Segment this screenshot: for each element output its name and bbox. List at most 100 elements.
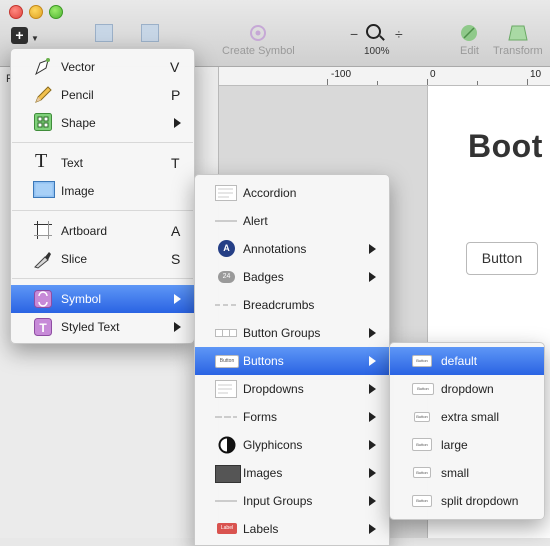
magnifier-icon [366,24,381,39]
symbol-item-annotations[interactable]: A Annotations [195,235,389,263]
symbol-item-buttons[interactable]: Button Buttons [195,347,389,375]
submenu-arrow-icon [369,524,376,534]
menu-item-label: Forms [243,410,277,424]
button-group-thumb-icon [215,329,237,337]
artboard-button-layer[interactable]: Button [466,242,538,275]
symbol-item-glyphicons[interactable]: Glyphicons [195,431,389,459]
button-thumb-icon: Button [412,355,432,367]
menu-separator [12,210,193,211]
button-thumb-icon: Button [412,495,432,507]
menu-item-label: Vector [61,60,96,74]
buttons-item-split-dropdown[interactable]: Button split dropdown [390,487,544,515]
symbol-item-accordion[interactable]: Accordion [195,179,389,207]
ungroup-icon [141,24,159,42]
symbol-item-dropdowns[interactable]: Dropdowns [195,375,389,403]
menu-item-label: Artboard [61,224,108,238]
zoom-window-button[interactable] [49,5,63,19]
menu-item-label: Images [243,466,283,480]
create-symbol-label: Create Symbol [222,45,295,57]
horizontal-ruler: -100 0 10 [219,67,550,86]
menu-item-label: Pencil [61,88,94,102]
menu-item-label: Accordion [243,186,297,200]
symbol-item-button-groups[interactable]: Button Groups [195,319,389,347]
submenu-arrow-icon [369,496,376,506]
menu-item-label: split dropdown [441,494,519,508]
menu-item-vector[interactable]: Vector V [11,53,194,81]
symbol-item-images[interactable]: Images [195,459,389,487]
submenu-arrow-icon [369,384,376,394]
ungroup-tool[interactable] [141,24,159,45]
shape-icon [34,113,52,131]
minimize-window-button[interactable] [29,5,43,19]
image-icon [33,181,55,198]
menu-separator [12,142,193,143]
insert-menu: Vector V Pencil P Shape T Text T Image A… [10,48,195,344]
menu-item-label: dropdown [441,382,494,396]
create-symbol-icon [250,25,267,41]
symbol-item-labels[interactable]: Label Labels [195,515,389,543]
menu-item-label: Styled Text [61,320,120,334]
zoom-in-button[interactable]: ÷ [395,26,403,42]
submenu-arrow-icon [174,118,181,128]
svg-text:T: T [39,321,47,335]
transform-icon [508,25,528,41]
zoom-level: 100% [364,46,390,57]
menu-item-artboard[interactable]: Artboard A [11,217,194,245]
menu-item-shape[interactable]: Shape [11,109,194,137]
group-tool[interactable] [95,24,113,45]
symbol-item-breadcrumbs[interactable]: Breadcrumbs [195,291,389,319]
submenu-arrow-icon [369,328,376,338]
form-thumb-icon [215,416,237,418]
buttons-item-dropdown[interactable]: Button dropdown [390,375,544,403]
input-group-thumb-icon [215,500,237,502]
buttons-submenu: Button default Button dropdown Button ex… [389,342,545,520]
buttons-item-small[interactable]: Button small [390,459,544,487]
shortcut-key: V [170,59,180,75]
glyphicon-thumb-icon [218,436,236,454]
insert-caret-icon[interactable]: ▼ [31,34,39,43]
menu-item-label: Slice [61,252,88,266]
transform-tool[interactable]: Transform [493,24,543,57]
menu-item-label: Symbol [61,292,102,306]
symbol-item-input-groups[interactable]: Input Groups [195,487,389,515]
styled-text-icon: T [34,318,52,336]
vector-pen-icon [35,58,50,76]
shortcut-key: T [171,155,180,171]
menu-item-label: Labels [243,522,279,536]
buttons-item-large[interactable]: Button large [390,431,544,459]
submenu-arrow-icon [369,272,376,282]
group-icon [95,24,113,42]
edit-tool[interactable]: Edit [460,24,479,57]
buttons-item-default[interactable]: Button default [390,347,544,375]
close-window-button[interactable] [9,5,23,19]
menu-item-styled-text[interactable]: T Styled Text [11,313,194,341]
menu-item-label: large [441,438,468,452]
image-thumb-icon [215,465,241,483]
symbol-item-badges[interactable]: 24 Badges [195,263,389,291]
symbol-item-forms[interactable]: Forms [195,403,389,431]
submenu-arrow-icon [369,356,376,366]
transform-label: Transform [493,45,543,57]
menu-item-text[interactable]: T Text T [11,149,194,177]
create-symbol-tool[interactable]: Create Symbol [222,24,295,57]
menu-separator [12,278,193,279]
menu-item-label: Dropdowns [243,382,304,396]
symbol-item-alert[interactable]: Alert [195,207,389,235]
menu-item-label: Buttons [243,354,284,368]
ruler-tick-label: 0 [430,69,436,80]
pencil-icon [35,86,52,103]
accordion-thumb-icon [215,185,237,201]
badge-icon: 24 [218,271,235,283]
buttons-item-extra-small[interactable]: Button extra small [390,403,544,431]
menu-item-pencil[interactable]: Pencil P [11,81,194,109]
ruler-tick-label: -100 [331,69,352,80]
insert-button[interactable]: + [11,27,28,44]
button-thumb-icon: Button [414,412,430,422]
menu-item-label: Badges [243,270,284,284]
menu-item-image[interactable]: Image [11,177,194,205]
artboard-icon [34,221,52,239]
menu-item-symbol[interactable]: Symbol [11,285,194,313]
zoom-out-button[interactable]: − [350,26,358,42]
submenu-arrow-icon [369,468,376,478]
menu-item-slice[interactable]: Slice S [11,245,194,273]
